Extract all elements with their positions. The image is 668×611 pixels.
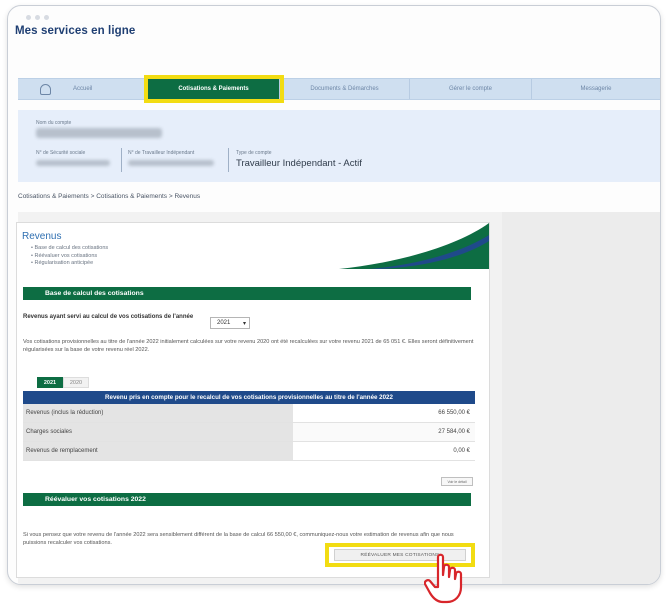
tab-cotisations-paiements[interactable]: Cotisations & Paiements (144, 75, 284, 103)
row-value: 27 584,00 € (293, 423, 475, 441)
table-header: Revenu pris en compte pour le recalcul d… (23, 391, 475, 404)
table-row: Revenus (inclus la réduction) 66 550,00 … (23, 404, 475, 423)
window-controls (26, 15, 49, 20)
account-name-redacted (36, 128, 162, 138)
row-label: Revenus (inclus la réduction) (23, 404, 293, 422)
year-select[interactable]: 2021 ▾ (210, 317, 250, 329)
account-name-label: Nom du compte (36, 120, 72, 126)
table-row: Charges sociales 27 584,00 € (23, 423, 475, 442)
link-regularisation[interactable]: Régularisation anticipée (31, 260, 108, 268)
year-tabs: 2021 2020 (37, 377, 89, 388)
ti-redacted (128, 160, 214, 166)
revenue-table: Revenu pris en compte pour le recalcul d… (23, 391, 475, 461)
account-type-value: Travailleur Indépendant - Actif (236, 158, 362, 169)
ti-label: N° de Travailleur Indépendant (128, 150, 195, 156)
section-reevaluer: Réévaluer vos cotisations 2022 (23, 493, 471, 506)
app-title: Mes services en ligne (15, 25, 136, 37)
link-reevaluer[interactable]: Réévaluer vos cotisations (31, 253, 108, 261)
revenus-links: Base de calcul des cotisations Réévaluer… (31, 245, 108, 268)
tab-label: Accueil (73, 86, 93, 92)
base-paragraph: Vos cotisations provisionnelles au titre… (23, 339, 474, 353)
header-swoosh-decoration (339, 223, 489, 269)
row-value: 0,00 € (453, 448, 470, 454)
home-icon (40, 83, 51, 95)
account-panel: Nom du compte N° de Sécurité sociale N° … (18, 110, 660, 182)
secu-label: N° de Sécurité sociale (36, 150, 86, 156)
main-nav: Accueil Cotisations & Paiements Document… (18, 75, 660, 103)
tab-year-2021[interactable]: 2021 (37, 377, 63, 388)
tab-home[interactable]: Accueil (18, 79, 148, 99)
divider (121, 148, 122, 172)
tab-messagerie[interactable]: Messagerie (532, 79, 660, 99)
tab-documents-demarches[interactable]: Documents & Démarches (280, 79, 410, 99)
link-base-calcul[interactable]: Base de calcul des cotisations (31, 245, 108, 253)
row-label: Charges sociales (23, 423, 293, 441)
window-dot[interactable] (35, 15, 40, 20)
side-area (502, 212, 660, 584)
year-label: Revenus ayant servi au calcul de vos cot… (23, 314, 194, 320)
breadcrumb: Cotisations & Paiements > Cotisations & … (18, 193, 201, 200)
table-row: Revenus de remplacement 0,00 € (23, 442, 475, 461)
year-select-value: 2021 (217, 320, 231, 326)
hand-pointer-icon (424, 553, 463, 604)
account-type-label: Type de compte (236, 150, 272, 156)
row-value: 66 550,00 € (438, 410, 470, 416)
window-dot[interactable] (26, 15, 31, 20)
secu-redacted (36, 160, 110, 166)
revenus-title: Revenus (22, 231, 62, 242)
tab-year-2020[interactable]: 2020 (63, 377, 89, 388)
detail-button[interactable]: Voir le détail (441, 477, 473, 486)
section-base-calcul: Base de calcul des cotisations (23, 287, 471, 300)
tab-gerer-compte[interactable]: Gérer le compte (410, 79, 532, 99)
divider (228, 148, 229, 172)
revenus-card: Revenus Base de calcul des cotisations R… (16, 222, 490, 578)
row-label: Revenus de remplacement (23, 442, 293, 460)
chevron-down-icon: ▾ (242, 320, 246, 327)
window-dot[interactable] (44, 15, 49, 20)
